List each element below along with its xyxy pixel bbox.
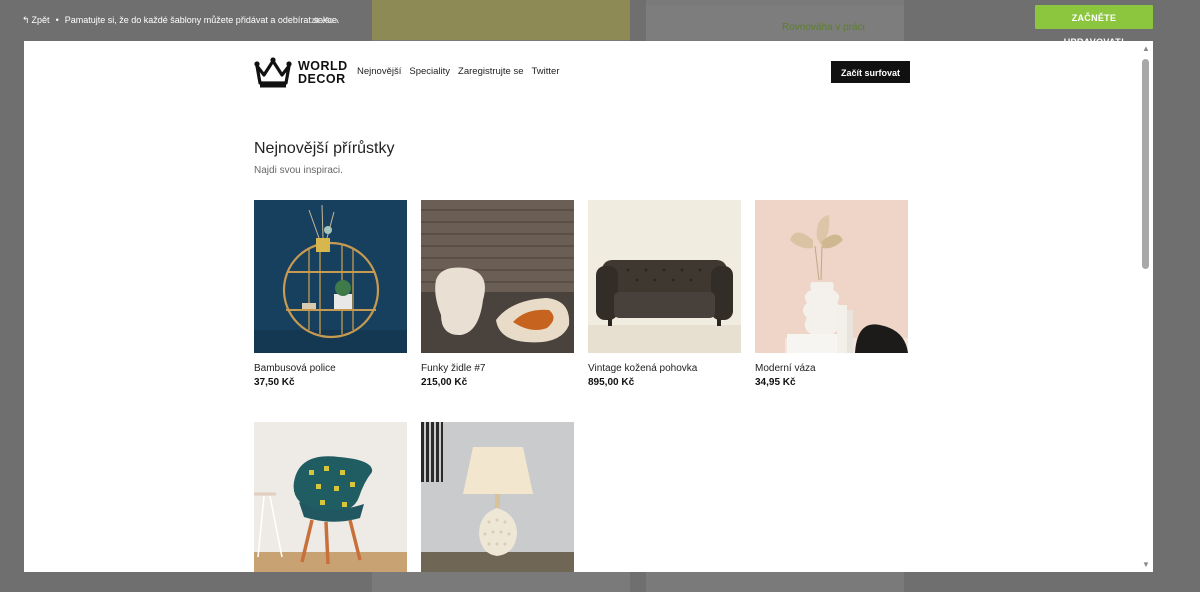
product-image-lamp[interactable]: [421, 422, 574, 572]
vertical-scrollbar[interactable]: ▲ ▼: [1139, 41, 1153, 572]
template-preview-modal: WORLD DECOR Nejnovější Speciality Zaregi…: [24, 41, 1153, 572]
product-price: 37,50 Kč: [254, 377, 295, 388]
nav-item-register[interactable]: Zaregistrujte se: [458, 66, 523, 77]
scroll-down-arrow-icon[interactable]: ▼: [1142, 560, 1150, 569]
back-label: Zpět: [31, 15, 50, 25]
template-hint: Pamatujte si, že do každé šablony můžete…: [64, 15, 340, 25]
product-grid: Bambusová police 37,50 Kč Funky židle #7…: [254, 200, 914, 572]
site-nav: Nejnovější Speciality Zaregistrujte se T…: [357, 66, 560, 77]
section-title: Nejnovější přírůstky: [254, 140, 395, 157]
back-arrow-icon: ↰: [22, 15, 30, 25]
scrollbar-thumb[interactable]: [1142, 59, 1149, 269]
product-card[interactable]: Bambusová police 37,50 Kč: [254, 200, 407, 388]
background-see-all-text: zit vše: [311, 16, 334, 25]
nav-item-newest[interactable]: Nejnovější: [357, 66, 401, 77]
product-card[interactable]: Moderní váza 34,95 Kč: [755, 200, 908, 388]
crown-icon: [254, 57, 292, 88]
separator-dot: •: [55, 15, 59, 25]
product-image-armchair[interactable]: [254, 422, 407, 572]
product-price: 34,95 Kč: [755, 377, 796, 388]
site-logo[interactable]: WORLD DECOR: [254, 57, 348, 89]
product-name[interactable]: Funky židle #7: [421, 363, 574, 374]
section-subtitle: Najdi svou inspiraci.: [254, 165, 343, 176]
background-card-title: Rovnováha v práci: [782, 22, 865, 33]
nav-item-twitter[interactable]: Twitter: [532, 66, 560, 77]
product-name[interactable]: Vintage kožená pohovka: [588, 363, 741, 374]
product-price: 895,00 Kč: [588, 377, 635, 388]
logo-wordmark: WORLD DECOR: [298, 60, 348, 86]
preview-topbar: ↰ Zpět • Pamatujte si, že do každé šablony …: [0, 0, 1200, 47]
background-see-all-link: zit vše ›: [311, 16, 339, 25]
scroll-up-arrow-icon[interactable]: ▲: [1142, 44, 1150, 53]
product-image-shelf[interactable]: [254, 200, 407, 353]
product-card[interactable]: [254, 422, 407, 572]
logo-line-2: DECOR: [298, 72, 346, 86]
product-image-vase[interactable]: [755, 200, 908, 353]
product-image-sofa[interactable]: [588, 200, 741, 353]
product-name[interactable]: Bambusová police: [254, 363, 407, 374]
product-card[interactable]: [421, 422, 574, 572]
nav-item-specials[interactable]: Speciality: [409, 66, 450, 77]
start-editing-button[interactable]: ZAČNĚTE UPRAVOVAT!: [1035, 5, 1153, 47]
back-link[interactable]: ↰ Zpět • Pamatujte si, že do každé šablony …: [22, 15, 339, 26]
product-image-chairs[interactable]: [421, 200, 574, 353]
product-card[interactable]: Funky židle #7 215,00 Kč: [421, 200, 574, 388]
product-name[interactable]: Moderní váza: [755, 363, 908, 374]
product-card[interactable]: Vintage kožená pohovka 895,00 Kč: [588, 200, 741, 388]
product-price: 215,00 Kč: [421, 377, 468, 388]
start-surfing-button[interactable]: Začít surfovat: [831, 61, 910, 83]
